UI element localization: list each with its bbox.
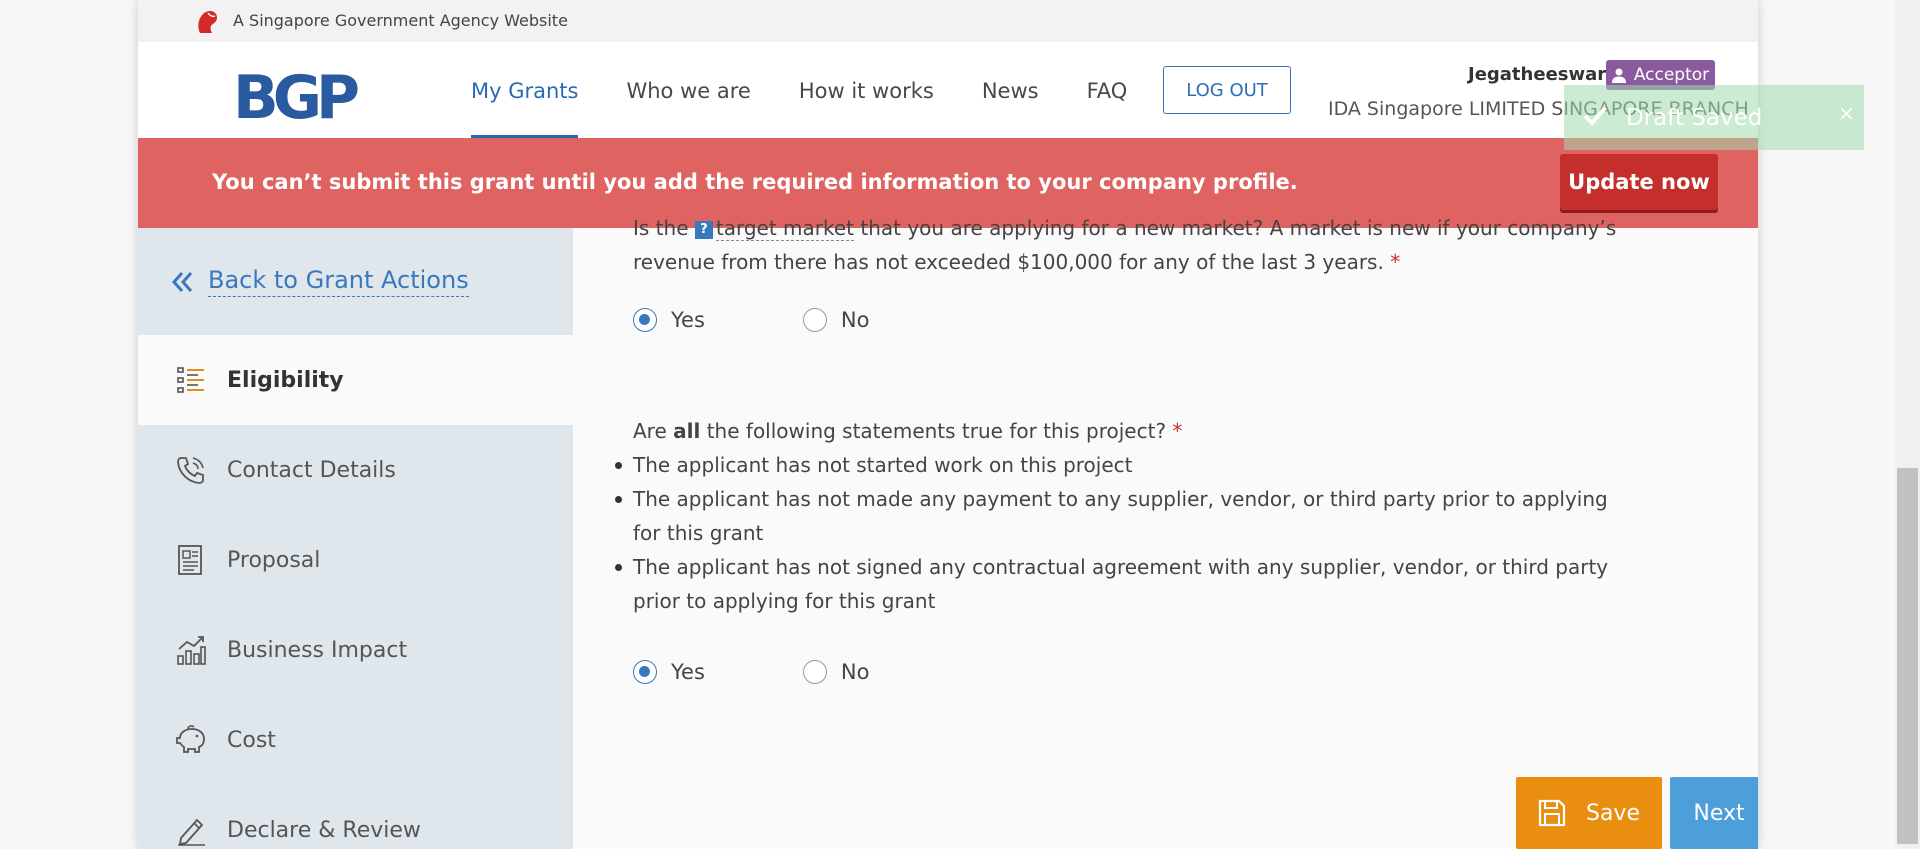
back-to-grant-actions-link[interactable]: Back to Grant Actions — [172, 266, 469, 297]
bgp-logo[interactable]: BGP — [233, 68, 360, 128]
radio-group-statements: Yes No — [633, 660, 967, 684]
statements-list: The applicant has not started work on th… — [615, 448, 1633, 618]
toast-message: Draft Saved — [1626, 105, 1763, 131]
alert-message: You can’t submit this grant until you ad… — [212, 170, 1298, 194]
radio-no[interactable]: No — [802, 308, 869, 332]
sidebar-item-proposal[interactable]: Proposal — [138, 515, 573, 605]
sidebar-item-eligibility[interactable]: Eligibility — [138, 335, 573, 425]
list-item: The applicant has not made any payment t… — [615, 482, 1633, 550]
required-marker: * — [1390, 250, 1401, 274]
sidebar-item-label: Declare & Review — [227, 817, 421, 843]
chart-icon — [174, 633, 208, 667]
nav-my-grants[interactable]: My Grants — [471, 42, 579, 138]
list-item: The applicant has not signed any contrac… — [615, 550, 1633, 618]
document-icon — [174, 543, 208, 577]
sidebar-item-label: Proposal — [227, 547, 321, 573]
main-nav: My Grants Who we are How it works News F… — [471, 42, 1175, 138]
user-name: Jegatheeswari — [1468, 64, 1613, 85]
nav-who-we-are[interactable]: Who we are — [626, 42, 750, 138]
sidebar-item-contact-details[interactable]: Contact Details — [138, 425, 573, 515]
list-item: The applicant has not started work on th… — [615, 448, 1633, 482]
sidebar-item-label: Contact Details — [227, 457, 396, 483]
radio-button-selected[interactable] — [633, 660, 657, 684]
sidebar-item-declare-review[interactable]: Declare & Review — [138, 785, 573, 849]
help-icon[interactable]: ? — [694, 221, 713, 239]
lion-head-icon — [198, 10, 218, 33]
sidebar: Back to Grant Actions Eligibility Contac… — [138, 228, 573, 849]
list-icon — [174, 363, 208, 397]
role-label: Acceptor — [1633, 65, 1710, 85]
sidebar-item-cost[interactable]: Cost — [138, 695, 573, 785]
radio-button[interactable] — [802, 660, 827, 684]
floppy-disk-icon — [1538, 799, 1566, 827]
next-button[interactable]: Next — [1670, 777, 1758, 849]
question-new-market: Is the ? target market that you are apply… — [633, 216, 1617, 274]
pen-icon — [174, 813, 208, 847]
double-chevron-left-icon — [172, 271, 193, 292]
nav-faq[interactable]: FAQ — [1087, 42, 1128, 138]
nav-news[interactable]: News — [982, 42, 1039, 138]
site-header: BGP My Grants Who we are How it works Ne… — [138, 42, 1758, 138]
page-container: A Singapore Government Agency Website BG… — [138, 0, 1758, 849]
sidebar-item-business-impact[interactable]: Business Impact — [138, 605, 573, 695]
radio-button[interactable] — [802, 308, 827, 332]
check-icon — [1583, 106, 1607, 126]
sidebar-item-label: Cost — [227, 727, 276, 753]
draft-saved-toast: Draft Saved × — [1564, 85, 1864, 150]
nav-how-it-works[interactable]: How it works — [799, 42, 934, 138]
question-statements-true: Are all the following statements true fo… — [633, 419, 1183, 443]
piggy-bank-icon — [174, 723, 208, 757]
main-content: Is the ? target market that you are apply… — [573, 216, 1758, 849]
phone-icon — [174, 453, 208, 487]
gov-banner-text: A Singapore Government Agency Website — [233, 11, 568, 30]
update-now-button[interactable]: Update now — [1560, 154, 1718, 210]
radio-group-new-market: Yes No — [633, 308, 967, 332]
required-marker: * — [1172, 419, 1183, 443]
sidebar-item-label: Eligibility — [227, 367, 344, 393]
save-button[interactable]: Save — [1516, 777, 1662, 849]
scrollbar[interactable] — [1895, 0, 1920, 849]
radio-no[interactable]: No — [802, 660, 869, 684]
user-icon — [1611, 68, 1626, 83]
radio-yes[interactable]: Yes — [633, 660, 705, 684]
scrollbar-thumb[interactable] — [1897, 468, 1918, 844]
back-link-label: Back to Grant Actions — [208, 266, 469, 297]
radio-yes[interactable]: Yes — [633, 308, 705, 332]
target-market-tooltip[interactable]: target market — [715, 216, 855, 241]
sidebar-item-label: Business Impact — [227, 637, 408, 663]
close-icon[interactable]: × — [1838, 101, 1855, 125]
gov-banner: A Singapore Government Agency Website — [138, 0, 1758, 42]
radio-button-selected[interactable] — [633, 308, 657, 332]
logout-button[interactable]: LOG OUT — [1163, 66, 1291, 114]
